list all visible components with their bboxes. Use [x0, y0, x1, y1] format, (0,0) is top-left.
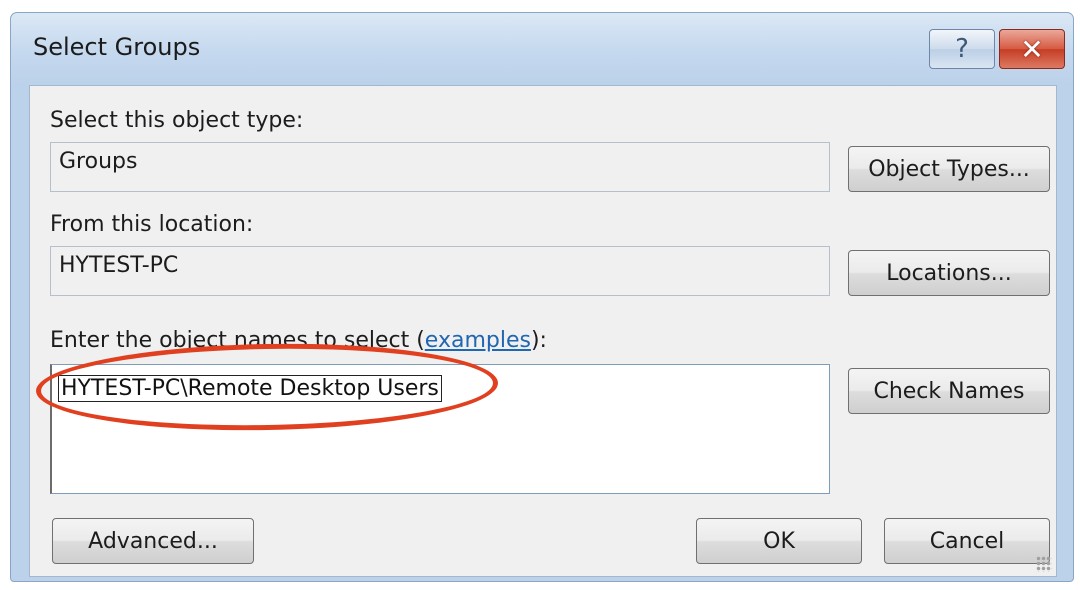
object-names-label-suffix: ):: [530, 328, 547, 353]
check-names-button[interactable]: Check Names: [848, 368, 1050, 414]
title-bar[interactable]: Select Groups ? ✕: [11, 13, 1073, 83]
object-names-value: HYTEST-PC\Remote Desktop Users: [58, 375, 442, 402]
object-names-label-prefix: Enter the object names to select (: [50, 328, 425, 353]
location-label: From this location:: [50, 212, 254, 237]
ok-button[interactable]: OK: [696, 518, 862, 564]
advanced-button[interactable]: Advanced...: [52, 518, 254, 564]
close-icon: ✕: [1020, 32, 1044, 66]
cancel-button[interactable]: Cancel: [884, 518, 1050, 564]
object-type-label: Select this object type:: [50, 108, 304, 133]
object-types-button[interactable]: Object Types...: [848, 146, 1050, 192]
help-button[interactable]: ?: [929, 29, 995, 69]
help-icon: ?: [955, 34, 969, 64]
select-groups-dialog: Select Groups ? ✕ Select this object typ…: [10, 12, 1074, 582]
resize-grip[interactable]: [1036, 556, 1052, 572]
locations-button[interactable]: Locations...: [848, 250, 1050, 296]
location-field: HYTEST-PC: [50, 246, 830, 296]
close-button[interactable]: ✕: [999, 29, 1065, 69]
dialog-body: Select this object type: Groups Object T…: [29, 85, 1057, 577]
dialog-title: Select Groups: [33, 33, 201, 61]
object-type-field: Groups: [50, 142, 830, 192]
object-names-input[interactable]: HYTEST-PC\Remote Desktop Users: [50, 364, 830, 494]
examples-link[interactable]: examples: [425, 328, 531, 353]
object-names-label: Enter the object names to select (exampl…: [50, 328, 547, 353]
